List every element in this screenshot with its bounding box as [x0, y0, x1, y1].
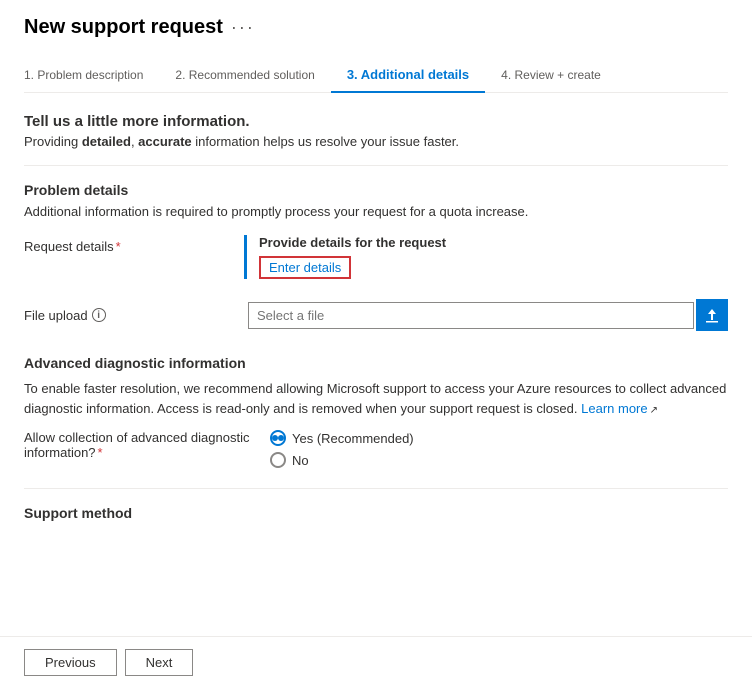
advanced-diagnostic-title: Advanced diagnostic information [24, 355, 728, 371]
support-method-section: Support method [24, 505, 728, 521]
request-details-row: Request details* Provide details for the… [24, 235, 728, 279]
diagnostic-row: Allow collection of advanced diagnostic … [24, 430, 728, 468]
next-button[interactable]: Next [125, 649, 194, 676]
footer-nav: Previous Next [0, 636, 752, 688]
request-details-control: Provide details for the request Enter de… [244, 235, 728, 279]
divider-2 [24, 488, 728, 489]
file-input-wrapper [248, 299, 728, 331]
radio-yes[interactable]: Yes (Recommended) [270, 430, 414, 446]
radio-yes-dot [272, 435, 278, 441]
file-upload-label: File upload i [24, 308, 244, 323]
file-upload-row: File upload i [24, 299, 728, 331]
step-recommended-solution[interactable]: 2. Recommended solution [159, 60, 330, 92]
step-review-create[interactable]: 4. Review + create [485, 60, 617, 92]
content-area: Tell us a little more information. Provi… [24, 113, 728, 589]
step-problem-description[interactable]: 1. Problem description [24, 60, 159, 92]
radio-yes-circle [270, 430, 286, 446]
advanced-diagnostic-desc: To enable faster resolution, we recommen… [24, 379, 728, 418]
file-upload-info-icon[interactable]: i [92, 308, 106, 322]
support-method-title: Support method [24, 505, 728, 521]
problem-details-desc: Additional information is required to pr… [24, 204, 728, 219]
enter-details-button[interactable]: Enter details [259, 256, 351, 279]
page-title: New support request [24, 16, 223, 39]
radio-no[interactable]: No [270, 452, 414, 468]
request-details-required: * [116, 239, 121, 254]
problem-details-section: Problem details Additional information i… [24, 182, 728, 331]
request-details-label: Request details* [24, 235, 244, 254]
learn-more-link[interactable]: Learn more [581, 401, 647, 416]
divider-1 [24, 165, 728, 166]
intro-desc: Providing detailed, accurate information… [24, 134, 728, 149]
radio-no-label: No [292, 453, 309, 468]
file-upload-button[interactable] [696, 299, 728, 331]
page-container: New support request ··· 1. Problem descr… [0, 0, 752, 605]
external-link-icon: ↗ [650, 405, 658, 416]
previous-button[interactable]: Previous [24, 649, 117, 676]
steps-nav: 1. Problem description 2. Recommended so… [24, 59, 728, 93]
diagnostic-radio-group: Yes (Recommended) No [270, 430, 414, 468]
upload-icon [704, 307, 720, 323]
intro-desc-part3: information helps us resolve your issue … [192, 134, 459, 149]
step-additional-details[interactable]: 3. Additional details [331, 59, 485, 92]
radio-yes-label: Yes (Recommended) [292, 431, 414, 446]
radio-no-circle [270, 452, 286, 468]
file-select-input[interactable] [248, 302, 694, 329]
intro-heading: Tell us a little more information. [24, 113, 728, 130]
page-title-row: New support request ··· [24, 16, 728, 39]
diagnostic-required: * [98, 445, 103, 460]
advanced-diagnostic-section: Advanced diagnostic information To enabl… [24, 355, 728, 468]
request-details-box-title: Provide details for the request [259, 235, 728, 250]
diagnostic-label: Allow collection of advanced diagnostic … [24, 430, 254, 460]
request-details-box: Provide details for the request Enter de… [244, 235, 728, 279]
problem-details-title: Problem details [24, 182, 728, 198]
intro-bold2: accurate [138, 134, 191, 149]
page-title-ellipsis: ··· [231, 17, 255, 38]
intro-bold1: detailed [82, 134, 131, 149]
